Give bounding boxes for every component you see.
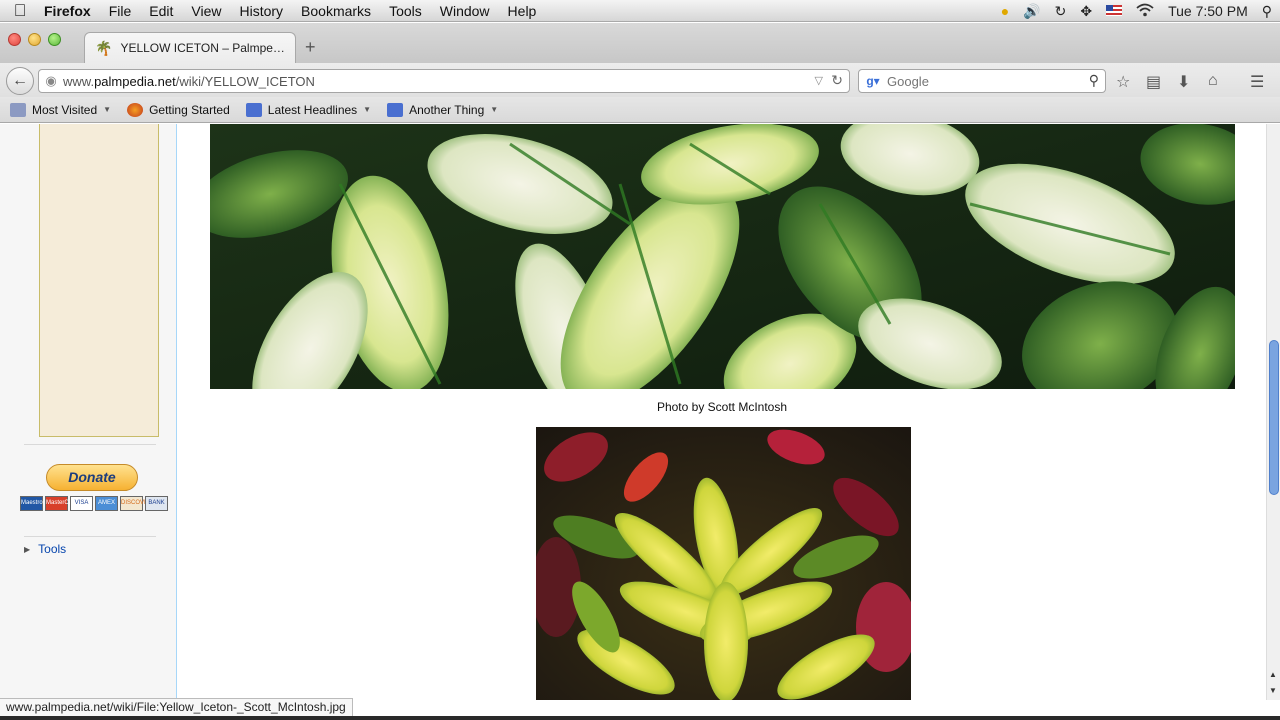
photo-yellow-iceton-bush[interactable] (536, 427, 911, 700)
folder-icon (10, 102, 26, 117)
visa-card-icon: VISA (70, 496, 93, 511)
menu-help[interactable]: Help (499, 0, 546, 22)
new-tab-button[interactable]: + (305, 37, 316, 58)
google-engine-icon[interactable]: g▾ (859, 74, 887, 88)
menu-edit[interactable]: Edit (140, 0, 182, 22)
divider (24, 536, 156, 537)
reload-icon[interactable]: ↻ (831, 72, 843, 89)
bookmark-star-icon[interactable]: ☆ (1116, 72, 1130, 92)
apple-icon[interactable]:  (0, 0, 40, 22)
divider (24, 444, 156, 445)
photo-caption: Photo by Scott McIntosh (656, 400, 788, 414)
tab-bar: 🌴 YELLOW ICETON – Palmpe… + (0, 23, 1280, 63)
url-history-dropdown-icon[interactable]: ▽ (815, 74, 823, 87)
scroll-down-arrow-icon[interactable]: ▼ (1269, 686, 1277, 695)
rss-icon (387, 102, 404, 117)
tab-yellow-iceton[interactable]: 🌴 YELLOW ICETON – Palmpe… (84, 32, 296, 63)
ad-box (39, 124, 159, 437)
search-bar[interactable]: g▾ ⚲ (858, 69, 1106, 93)
maestro-card-icon: Maestro (20, 496, 43, 511)
menu-window[interactable]: Window (431, 0, 499, 22)
tab-title: YELLOW ICETON – Palmpe… (120, 41, 285, 55)
menu-view[interactable]: View (182, 0, 230, 22)
moon-icon[interactable]: ● (1001, 3, 1009, 19)
window-zoom-button[interactable] (48, 33, 61, 46)
menu-app-firefox[interactable]: Firefox (40, 0, 100, 22)
donate-button[interactable]: Donate (46, 464, 138, 491)
menu-hamburger-icon[interactable]: ☰ (1250, 72, 1264, 92)
amex-card-icon: AMEX (95, 496, 118, 511)
wifi-icon[interactable] (1136, 3, 1154, 20)
bank-card-icon: BANK (145, 496, 168, 511)
bookmark-another-thing[interactable]: Another Thing ▼ (387, 102, 499, 117)
search-icon[interactable]: ⚲ (1089, 72, 1099, 89)
search-input[interactable] (887, 73, 1067, 89)
window-close-button[interactable] (8, 33, 21, 46)
scrollbar-thumb[interactable] (1269, 340, 1279, 495)
globe-icon[interactable]: ◉ (39, 73, 63, 89)
url-bar[interactable]: ◉ www.palmpedia.net/wiki/YELLOW_ICETON ▽… (38, 69, 850, 93)
menu-bookmarks[interactable]: Bookmarks (292, 0, 380, 22)
mastercard-icon: MasterCard (45, 496, 77, 511)
scroll-up-arrow-icon[interactable]: ▲ (1269, 670, 1277, 679)
chevron-down-icon: ▼ (490, 105, 499, 114)
dock-edge (0, 716, 1280, 720)
web-page: Donate Maestro MasterCard VISA AMEX DISC… (0, 124, 1266, 700)
payment-cards: Maestro MasterCard VISA AMEX DISCOVER BA… (20, 496, 168, 511)
back-arrow-icon: ← (12, 72, 28, 89)
triangle-right-icon: ▶ (24, 544, 31, 554)
navigation-toolbar: ← ◉ www.palmpedia.net/wiki/YELLOW_ICETON… (0, 63, 1280, 97)
status-link-preview: www.palmpedia.net/wiki/File:Yellow_Iceto… (0, 698, 353, 716)
photo-croton-leaves[interactable] (210, 124, 1235, 389)
page-scrollbar[interactable]: ▲ ▼ (1266, 124, 1280, 700)
spotlight-search-icon[interactable]: ⚲ (1262, 3, 1272, 20)
reading-list-icon[interactable]: ▤ (1146, 72, 1161, 92)
chevron-down-icon: ▼ (363, 105, 372, 114)
palm-tree-icon: 🌴 (95, 39, 113, 56)
bookmark-getting-started[interactable]: Getting Started (127, 102, 230, 117)
discover-card-icon: DISCOVER (120, 496, 152, 511)
downloads-icon[interactable]: ⬇ (1177, 72, 1190, 92)
wiki-sidebar: Donate Maestro MasterCard VISA AMEX DISC… (0, 124, 176, 700)
sidebar-tools-toggle[interactable]: ▶ Tools (24, 542, 66, 556)
bookmark-most-visited[interactable]: Most Visited ▼ (10, 102, 112, 117)
menubar-clock[interactable]: Tue 7:50 PM (1168, 3, 1248, 19)
back-button[interactable]: ← (6, 67, 34, 95)
bookmark-latest-headlines[interactable]: Latest Headlines ▼ (245, 102, 372, 117)
article-content: Photo by Scott McIntosh (176, 124, 1266, 700)
menu-tools[interactable]: Tools (380, 0, 431, 22)
time-machine-icon[interactable]: ↻ (1055, 3, 1067, 20)
window-minimize-button[interactable] (28, 33, 41, 46)
url-text[interactable]: www.palmpedia.net/wiki/YELLOW_ICETON (63, 74, 315, 89)
menu-history[interactable]: History (230, 0, 292, 22)
bookmarks-toolbar: Most Visited ▼ Getting Started Latest He… (0, 97, 1280, 123)
us-flag-icon[interactable] (1106, 3, 1123, 19)
rss-icon (245, 102, 262, 117)
firefox-icon (127, 102, 144, 117)
bluetooth-icon[interactable]: ✥ (1080, 3, 1092, 20)
volume-icon[interactable]: 🔊 (1023, 3, 1040, 20)
home-icon[interactable]: ⌂ (1208, 72, 1218, 90)
chevron-down-icon: ▼ (103, 105, 112, 114)
mac-menubar:  Firefox File Edit View History Bookmar… (0, 0, 1280, 22)
menu-file[interactable]: File (100, 0, 141, 22)
